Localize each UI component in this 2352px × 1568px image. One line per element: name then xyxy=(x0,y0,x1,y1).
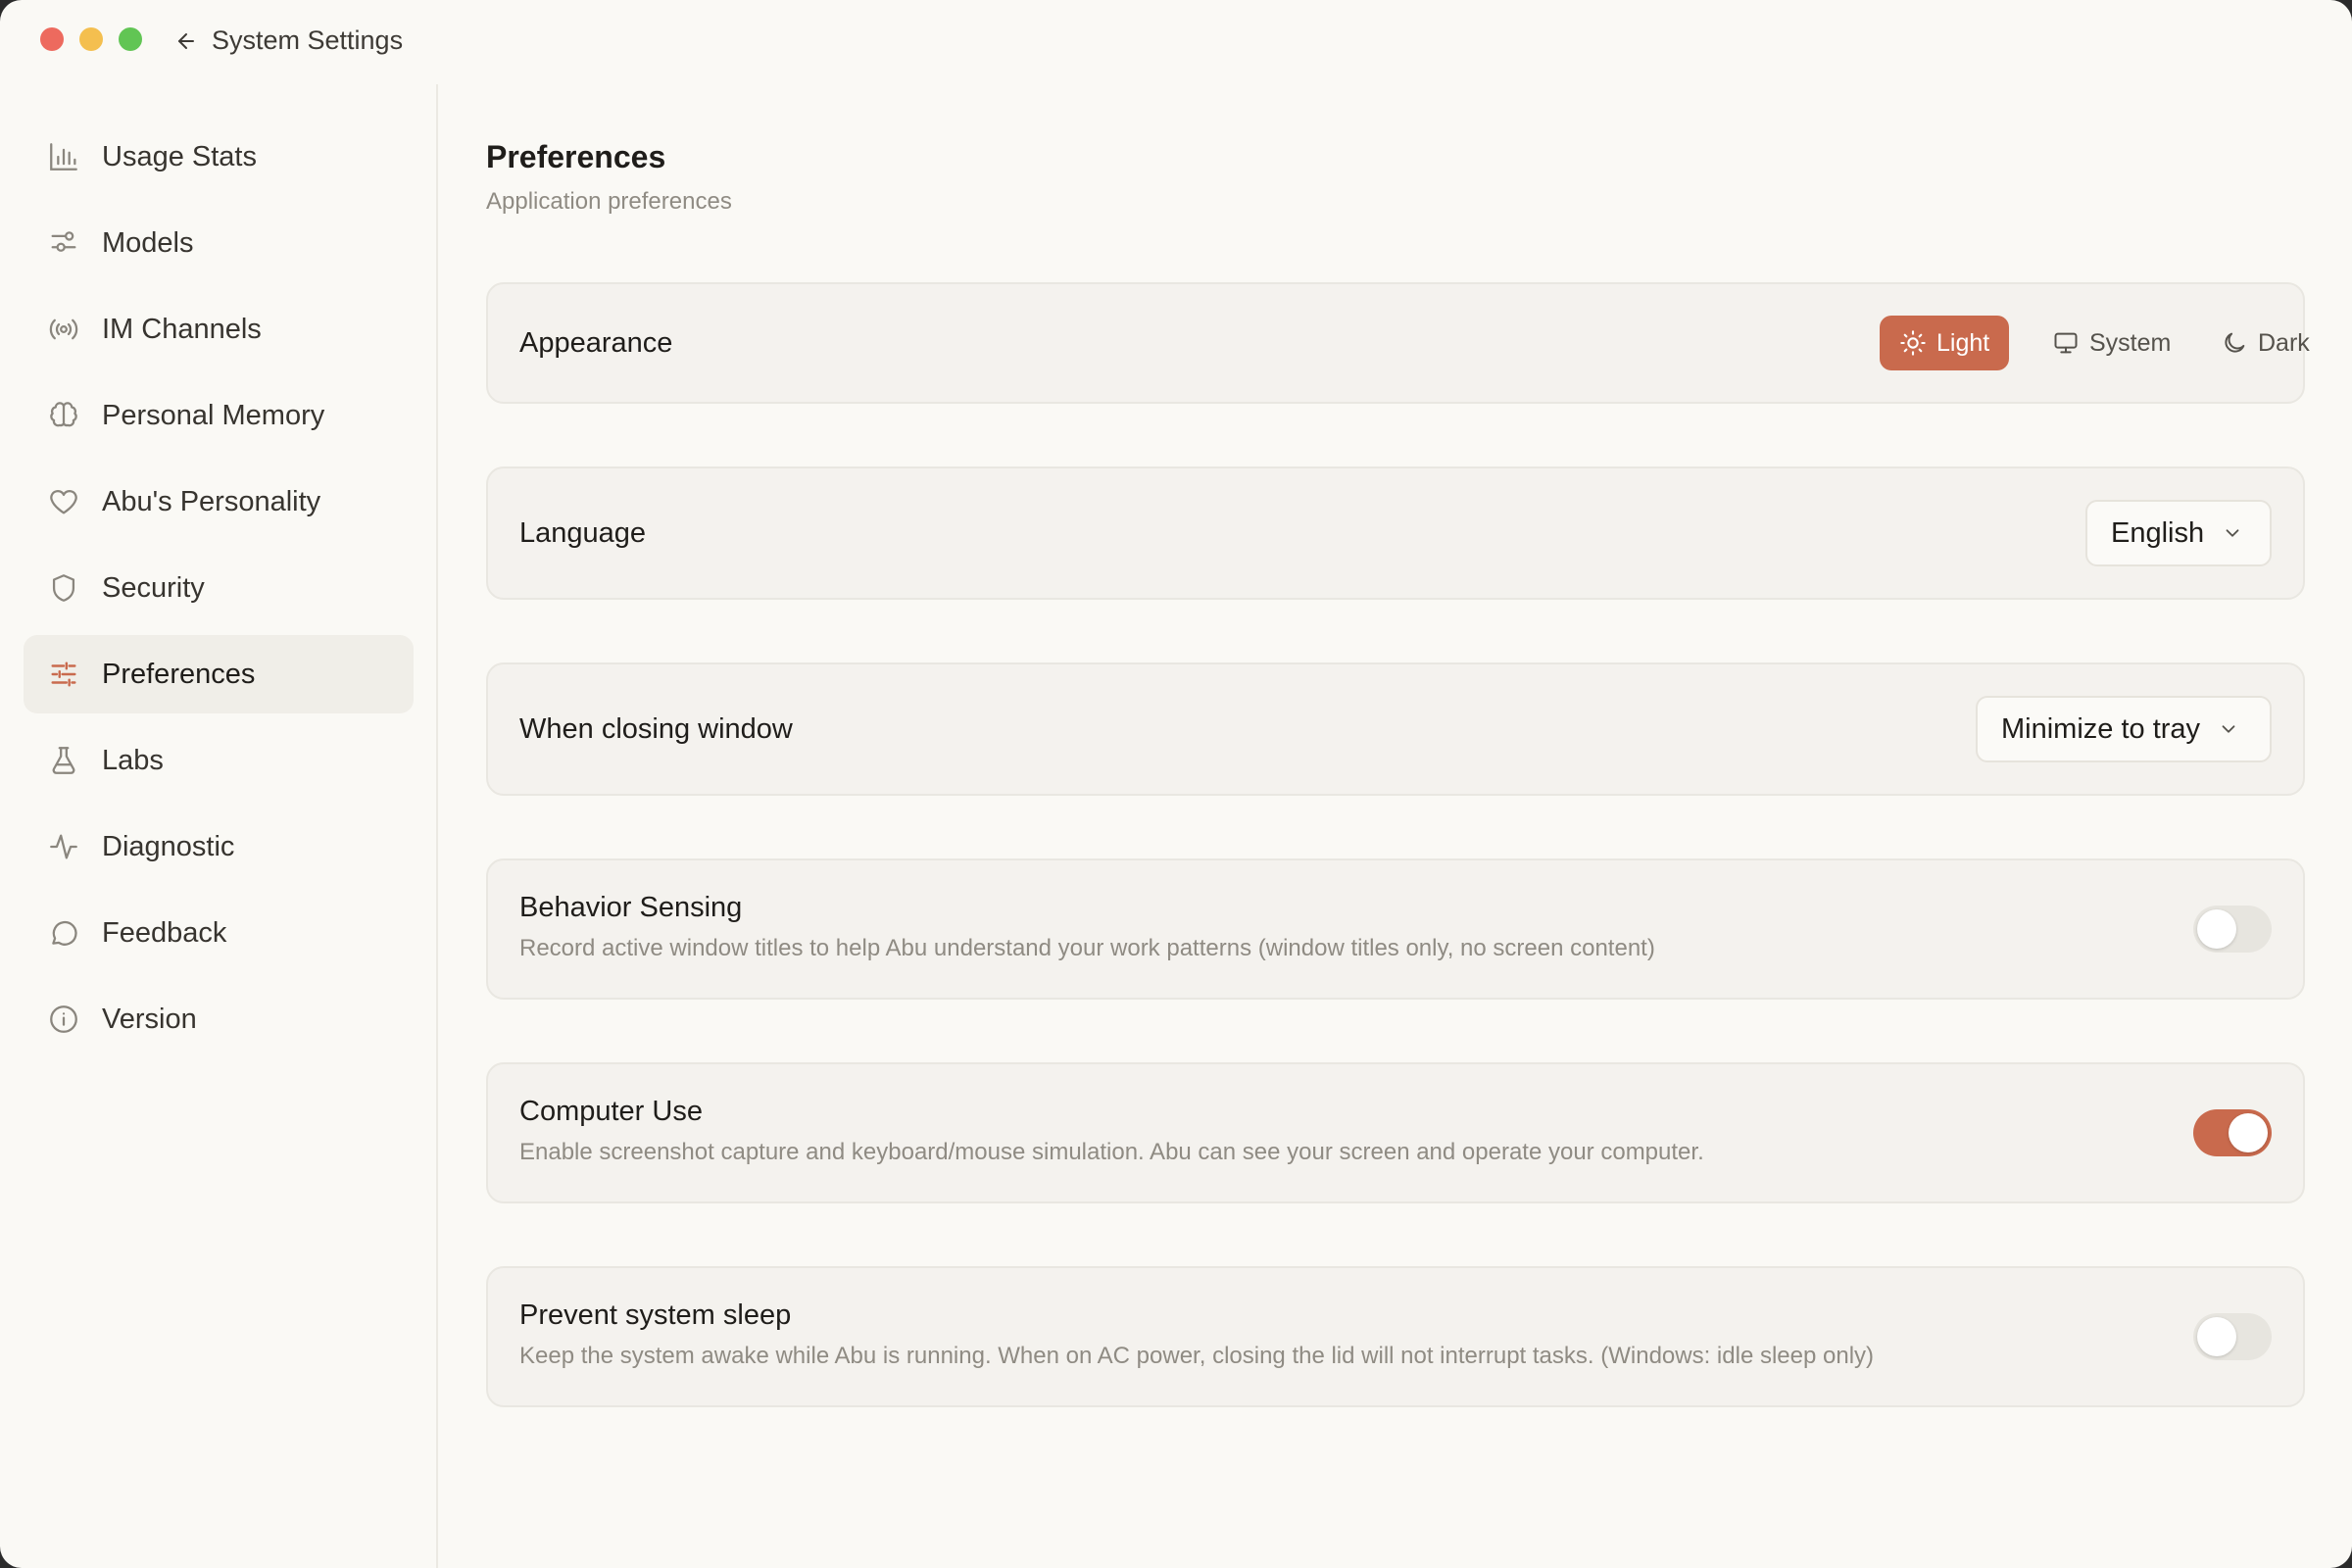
toggle-knob xyxy=(2197,1317,2236,1356)
flask-icon xyxy=(47,744,80,777)
back-button[interactable]: System Settings xyxy=(174,25,403,56)
zoom-window-button[interactable] xyxy=(119,27,142,51)
sidebar-item-label: Version xyxy=(102,1003,197,1035)
arrow-left-icon xyxy=(178,32,194,49)
sidebar-item-feedback[interactable]: Feedback xyxy=(24,894,414,972)
prevent-sleep-toggle[interactable] xyxy=(2193,1313,2272,1360)
behavior-sensing-card: Behavior Sensing Record active window ti… xyxy=(486,858,2305,1000)
sidebar-item-label: Labs xyxy=(102,744,164,776)
main-content: Preferences Application preferences Appe… xyxy=(439,84,2352,1568)
sidebar-item-security[interactable]: Security xyxy=(24,549,414,627)
computer-use-description: Enable screenshot capture and keyboard/m… xyxy=(519,1139,1704,1165)
sidebar-item-label: Feedback xyxy=(102,916,227,949)
appearance-light-button[interactable]: Light xyxy=(1880,316,2010,370)
prevent-sleep-description: Keep the system awake while Abu is runni… xyxy=(519,1343,1875,1369)
appearance-card: Appearance Light System Dark xyxy=(486,282,2310,404)
computer-use-toggle[interactable] xyxy=(2193,1109,2272,1156)
language-select-value: English xyxy=(2111,516,2205,549)
appearance-dark-label: Dark xyxy=(2258,328,2310,357)
sun-icon xyxy=(1900,330,1926,356)
sidebar-item-label: Usage Stats xyxy=(102,140,257,172)
heart-icon xyxy=(47,485,80,518)
toggle-knob xyxy=(2229,1113,2268,1152)
sidebar-item-label: Diagnostic xyxy=(102,830,235,862)
sliders-icon xyxy=(47,226,80,260)
computer-use-card: Computer Use Enable screenshot capture a… xyxy=(486,1062,2305,1203)
sidebar-item-label: Abu's Personality xyxy=(102,485,321,517)
sidebar-item-labs[interactable]: Labs xyxy=(24,721,414,800)
page-title: Preferences xyxy=(486,139,666,174)
appearance-label: Appearance xyxy=(519,327,673,359)
broadcast-icon xyxy=(47,313,80,346)
sidebar-item-diagnostic[interactable]: Diagnostic xyxy=(24,808,414,886)
settings-window: System Settings Usage Stats Models IM Ch… xyxy=(0,0,2352,1568)
sidebar-item-label: Personal Memory xyxy=(102,399,325,431)
closing-window-label: When closing window xyxy=(519,713,793,745)
sidebar-item-abus-personality[interactable]: Abu's Personality xyxy=(24,463,414,541)
prevent-sleep-label: Prevent system sleep xyxy=(519,1299,792,1331)
chevron-down-icon xyxy=(2226,529,2239,537)
sidebar-item-models[interactable]: Models xyxy=(24,204,414,282)
settings-sliders-icon xyxy=(47,658,80,691)
sidebar-item-im-channels[interactable]: IM Channels xyxy=(24,290,414,368)
prevent-sleep-card: Prevent system sleep Keep the system awa… xyxy=(486,1266,2305,1407)
page-subtitle: Application preferences xyxy=(486,188,732,215)
close-window-button[interactable] xyxy=(40,27,64,51)
title-bar: System Settings xyxy=(0,0,2352,84)
sidebar-item-label: Models xyxy=(102,226,194,259)
monitor-icon xyxy=(2054,332,2078,354)
toggle-knob xyxy=(2197,909,2236,949)
computer-use-label: Computer Use xyxy=(519,1096,703,1127)
message-circle-icon xyxy=(47,916,80,950)
sidebar-item-preferences[interactable]: Preferences xyxy=(24,635,414,713)
shield-icon xyxy=(47,571,80,605)
language-label: Language xyxy=(519,517,647,549)
behavior-sensing-toggle[interactable] xyxy=(2193,906,2272,953)
behavior-sensing-description: Record active window titles to help Abu … xyxy=(519,935,1655,961)
sidebar-item-label: Security xyxy=(102,571,205,604)
info-icon xyxy=(47,1003,80,1036)
language-select[interactable]: English xyxy=(2085,500,2272,566)
activity-icon xyxy=(47,830,80,863)
sidebar-item-version[interactable]: Version xyxy=(24,980,414,1058)
closing-window-select[interactable]: Minimize to tray xyxy=(1976,696,2272,762)
closing-window-select-value: Minimize to tray xyxy=(2001,712,2201,745)
minimize-window-button[interactable] xyxy=(79,27,103,51)
appearance-dark-button[interactable]: Dark xyxy=(2201,316,2329,370)
brain-icon xyxy=(47,399,80,432)
sidebar: Usage Stats Models IM Channels Personal … xyxy=(0,84,438,1568)
moon-icon xyxy=(2225,332,2245,353)
back-label: System Settings xyxy=(212,25,404,55)
closing-window-card: When closing window Minimize to tray xyxy=(486,662,2305,796)
sidebar-item-usage-stats[interactable]: Usage Stats xyxy=(24,118,414,196)
appearance-system-button[interactable]: System xyxy=(2033,316,2190,370)
language-card: Language English xyxy=(486,466,2305,600)
sidebar-item-personal-memory[interactable]: Personal Memory xyxy=(24,376,414,455)
bar-chart-icon xyxy=(47,140,80,173)
behavior-sensing-label: Behavior Sensing xyxy=(519,892,743,923)
chevron-down-icon xyxy=(2222,725,2235,733)
appearance-system-label: System xyxy=(2089,328,2172,357)
sidebar-item-label: IM Channels xyxy=(102,313,262,345)
sidebar-item-label: Preferences xyxy=(102,658,256,690)
appearance-light-label: Light xyxy=(1936,328,1990,357)
